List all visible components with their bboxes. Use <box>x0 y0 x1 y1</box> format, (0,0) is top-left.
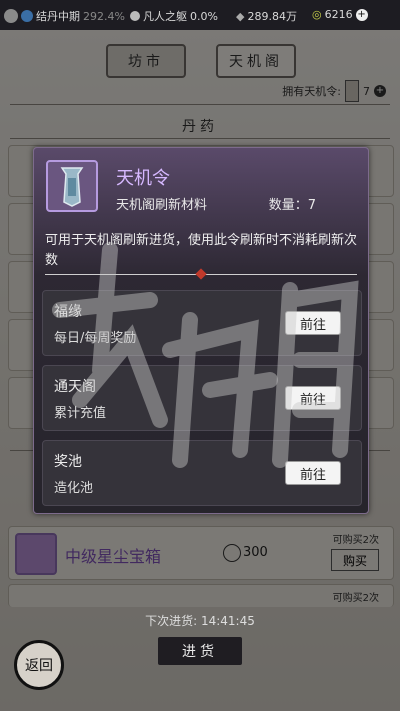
goto-button[interactable]: 前往 <box>285 461 341 485</box>
source-row-prize-pool: 奖池 造化池 前往 <box>42 440 362 506</box>
item-subtitle: 天机阁刷新材料 <box>116 198 208 213</box>
item-detail-modal: 天机令 天机阁刷新材料 数量：7 可用于天机阁刷新进货，使用此令刷新时不消耗刷新… <box>33 147 369 514</box>
source-desc: 每日/每周奖励 <box>54 331 137 346</box>
goto-button[interactable]: 前往 <box>285 386 341 410</box>
avatar-icon <box>4 9 18 23</box>
realm-progress: 292.4% <box>83 9 125 23</box>
title-progress: 0.0% <box>190 9 218 23</box>
source-desc: 累计充值 <box>54 406 107 421</box>
back-button[interactable]: 返回 <box>14 640 64 690</box>
restock-button[interactable]: 进货 <box>158 637 242 665</box>
source-row-fuyuan: 福缘 每日/每周奖励 前往 <box>42 290 362 356</box>
item-title: 天机令 <box>116 168 170 189</box>
source-desc: 造化池 <box>54 481 94 496</box>
gem-icon: ◆ <box>236 9 245 23</box>
spirit-stone-value: 289.84万 <box>247 10 297 23</box>
spiral-icon <box>21 10 33 22</box>
token-emblem-icon <box>60 167 84 207</box>
title-label: 凡人之躯 <box>143 10 187 23</box>
source-title: 奖池 <box>54 454 82 470</box>
item-description: 可用于天机阁刷新进货，使用此令刷新时不消耗刷新次数 <box>45 233 358 268</box>
person-icon <box>130 11 140 21</box>
add-currency-icon[interactable]: + <box>355 8 368 21</box>
realm-label: 结丹中期 <box>36 10 80 23</box>
item-quantity: 数量：7 <box>268 198 316 213</box>
source-row-tongtian: 通天阁 累计充值 前往 <box>42 365 362 431</box>
top-status-bar: 结丹中期 292.4% 凡人之躯 0.0% ◆ 289.84万 ◎ 6216 + <box>0 0 400 30</box>
list-item-overlay <box>8 526 392 578</box>
title-indicator[interactable]: 凡人之躯 0.0% <box>130 8 218 24</box>
goto-button[interactable]: 前往 <box>285 311 341 335</box>
source-title: 通天阁 <box>54 379 96 395</box>
coin-icon: ◎ <box>312 8 322 21</box>
tianji-token-icon <box>46 160 98 212</box>
currency2-counter[interactable]: ◎ 6216 + <box>312 8 368 21</box>
realm-indicator[interactable]: 结丹中期 292.4% <box>4 8 125 24</box>
source-title: 福缘 <box>54 304 82 320</box>
currency2-value: 6216 <box>324 8 353 21</box>
spirit-stone-counter[interactable]: ◆ 289.84万 <box>236 8 297 24</box>
next-restock-time: 下次进货: 14:41:45 <box>145 614 255 628</box>
